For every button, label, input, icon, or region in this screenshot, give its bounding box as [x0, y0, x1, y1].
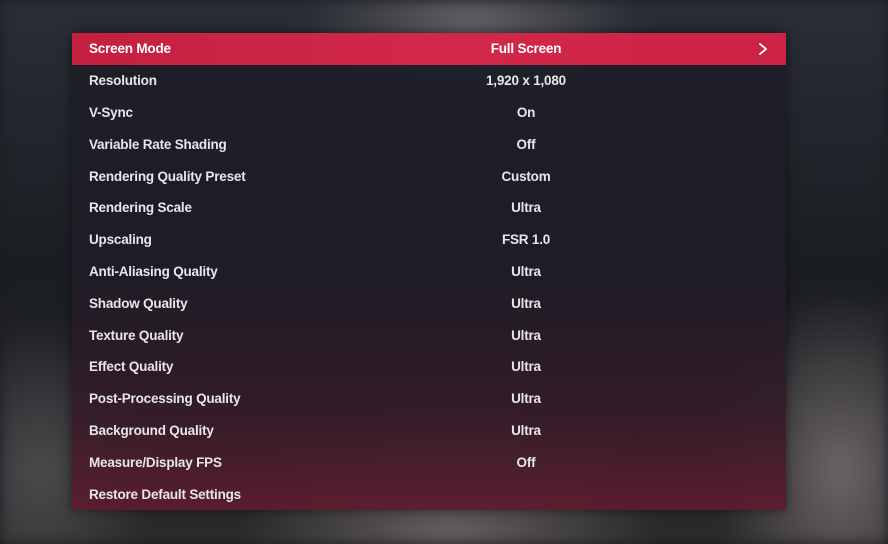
setting-value: Ultra [511, 391, 541, 407]
restore-default-settings-button[interactable]: Restore Default Settings [72, 478, 786, 510]
setting-row-anti-aliasing-quality[interactable]: Anti-Aliasing Quality Ultra [72, 256, 786, 288]
setting-row-rendering-scale[interactable]: Rendering Scale Ultra [72, 192, 786, 224]
setting-value: Off [516, 454, 536, 470]
setting-row-variable-rate-shading[interactable]: Variable Rate Shading Off [72, 128, 786, 160]
setting-label: Background Quality [89, 422, 214, 438]
chevron-right-icon[interactable] [755, 41, 771, 57]
setting-label: Effect Quality [89, 359, 174, 375]
setting-label: Rendering Scale [89, 200, 192, 216]
setting-row-resolution[interactable]: Resolution 1,920 x 1,080 [72, 65, 786, 97]
setting-label: Screen Mode [89, 41, 171, 57]
setting-value: Ultra [511, 327, 541, 343]
setting-row-screen-mode[interactable]: Screen Mode Full Screen [72, 33, 786, 65]
setting-value: Ultra [511, 263, 541, 279]
setting-value: FSR 1.0 [501, 232, 551, 248]
setting-label: Post-Processing Quality [89, 391, 241, 407]
setting-label: Measure/Display FPS [89, 454, 222, 470]
setting-row-rendering-quality-preset[interactable]: Rendering Quality Preset Custom [72, 160, 786, 192]
setting-label: V-Sync [89, 104, 133, 120]
setting-row-shadow-quality[interactable]: Shadow Quality Ultra [72, 287, 786, 319]
setting-row-background-quality[interactable]: Background Quality Ultra [72, 415, 786, 447]
setting-row-v-sync[interactable]: V-Sync On [72, 97, 786, 129]
setting-value: On [516, 104, 536, 120]
setting-value: Ultra [511, 359, 541, 375]
setting-row-post-processing-quality[interactable]: Post-Processing Quality Ultra [72, 383, 786, 415]
setting-row-effect-quality[interactable]: Effect Quality Ultra [72, 351, 786, 383]
graphics-settings-panel: Screen Mode Full Screen Resolution 1,920… [72, 33, 786, 510]
setting-label: Resolution [89, 73, 157, 89]
setting-value: Full Screen [490, 41, 562, 57]
setting-value: Custom [501, 168, 551, 184]
setting-row-upscaling[interactable]: Upscaling FSR 1.0 [72, 224, 786, 256]
setting-value: Ultra [511, 295, 541, 311]
setting-label: Texture Quality [89, 327, 184, 343]
setting-value: 1,920 x 1,080 [486, 73, 566, 89]
setting-value: Off [516, 136, 536, 152]
setting-row-texture-quality[interactable]: Texture Quality Ultra [72, 319, 786, 351]
setting-label: Variable Rate Shading [89, 136, 227, 152]
setting-value: Ultra [511, 422, 541, 438]
setting-row-measure-display-fps[interactable]: Measure/Display FPS Off [72, 446, 786, 478]
setting-label: Shadow Quality [89, 295, 188, 311]
setting-value: Ultra [511, 200, 541, 216]
setting-label: Upscaling [89, 232, 152, 248]
setting-label: Anti-Aliasing Quality [89, 263, 218, 279]
setting-label: Restore Default Settings [89, 486, 241, 502]
setting-label: Rendering Quality Preset [89, 168, 246, 184]
